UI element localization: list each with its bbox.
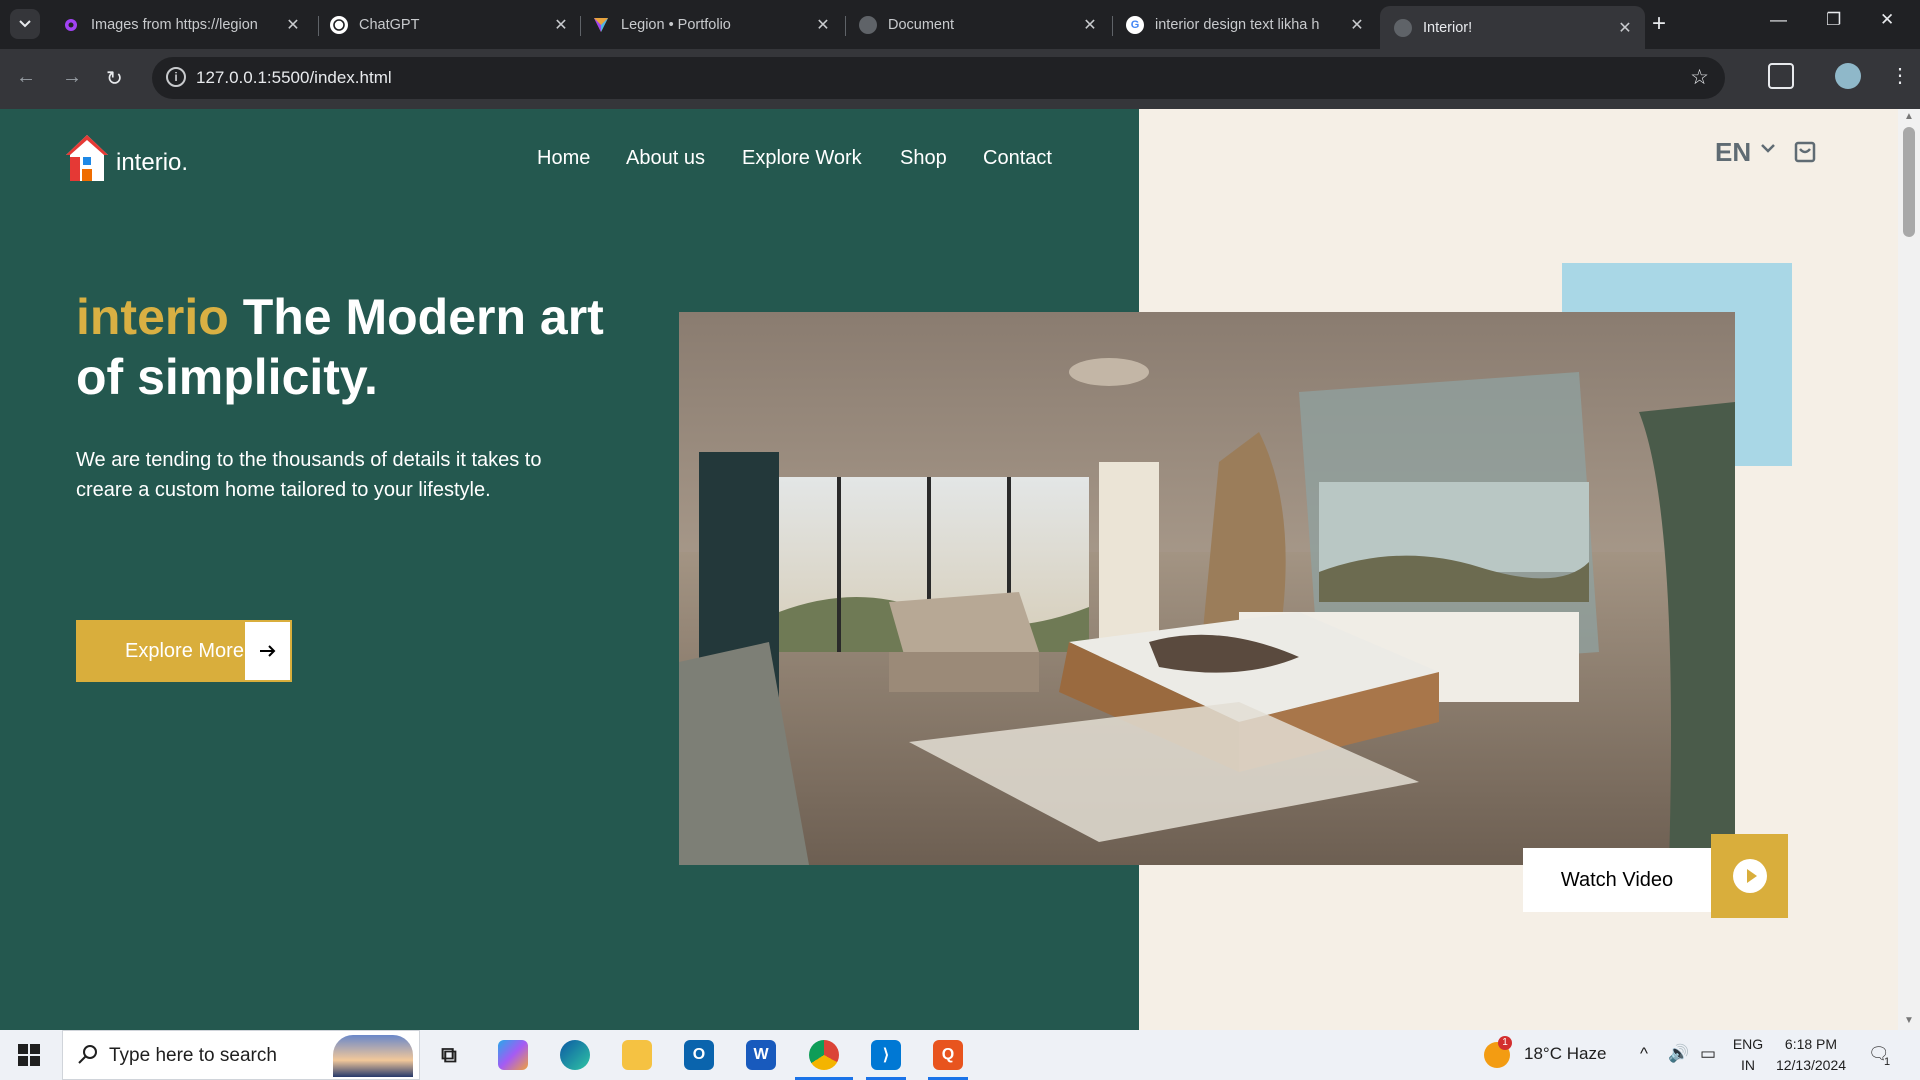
quick-app-icon[interactable]: Q (933, 1040, 963, 1070)
scroll-down-arrow[interactable]: ▼ (1904, 1015, 1914, 1026)
browser-tab-chatgpt[interactable]: ChatGPT ✕ (316, 6, 581, 44)
forward-button[interactable]: → (62, 66, 82, 89)
close-window-button[interactable]: ✕ (1880, 10, 1894, 30)
explore-more-label: Explore More (125, 639, 244, 662)
extensions-icon[interactable] (1768, 63, 1794, 89)
page-viewport: interio. Home About us Explore Work Shop… (0, 109, 1920, 1030)
address-bar[interactable]: i 127.0.0.1:5500/index.html ☆ (152, 57, 1725, 99)
profile-avatar[interactable] (1835, 63, 1861, 89)
input-language-bottom[interactable]: IN (1728, 1057, 1768, 1073)
browser-toolbar: ← → ↻ i 127.0.0.1:5500/index.html ☆ ⋮ (0, 49, 1920, 109)
copilot-icon[interactable] (498, 1040, 528, 1070)
chrome-icon[interactable] (809, 1040, 839, 1070)
search-highlight-image (333, 1035, 413, 1077)
tab-search-button[interactable] (10, 9, 40, 39)
page-scrollbar[interactable]: ▲ ▼ (1898, 109, 1920, 1030)
windows-taskbar: Type here to search ⧉ O W ⟩ Q 1 18°C Haz… (0, 1030, 1920, 1080)
weather-badge: 1 (1498, 1036, 1512, 1050)
taskbar-search-box[interactable]: Type here to search (62, 1030, 420, 1080)
watch-video-label[interactable]: Watch Video (1523, 848, 1711, 912)
nav-explore-work[interactable]: Explore Work (742, 147, 862, 170)
site-info-icon[interactable]: i (166, 67, 186, 87)
nav-contact[interactable]: Contact (983, 147, 1052, 170)
hero-title: interio The Modern art of simplicity. (76, 287, 636, 407)
gear-icon (62, 16, 80, 34)
explore-more-button[interactable]: Explore More (76, 620, 292, 682)
chatgpt-icon (330, 16, 348, 34)
legion-logo-icon (592, 16, 610, 34)
outlook-icon[interactable]: O (684, 1040, 714, 1070)
scrollbar-thumb[interactable] (1903, 127, 1915, 237)
shopping-bag-icon[interactable] (1794, 139, 1816, 163)
restore-button[interactable]: ❐ (1826, 10, 1841, 30)
chevron-down-icon (19, 20, 31, 28)
tab-title: interior design text likha h (1155, 17, 1320, 33)
browser-tab-document[interactable]: Document ✕ (845, 6, 1110, 44)
file-explorer-icon[interactable] (622, 1040, 652, 1070)
nav-about-us[interactable]: About us (626, 147, 705, 170)
logo-text: interio. (116, 149, 189, 176)
close-icon[interactable]: ✕ (1347, 15, 1367, 35)
battery-icon[interactable]: ▭ (1700, 1044, 1716, 1064)
clock-time[interactable]: 6:18 PM (1772, 1036, 1850, 1052)
clock-date[interactable]: 12/13/2024 (1772, 1057, 1850, 1073)
tab-title: Legion • Portfolio (621, 17, 731, 33)
language-selector[interactable]: EN (1715, 137, 1751, 168)
globe-icon (1394, 18, 1412, 37)
arrow-right-icon (245, 622, 290, 680)
new-tab-button[interactable]: + (1652, 12, 1666, 36)
back-button[interactable]: ← (16, 66, 36, 89)
task-view-icon[interactable]: ⧉ (434, 1040, 464, 1070)
vscode-icon[interactable]: ⟩ (871, 1040, 901, 1070)
google-icon: G (1126, 16, 1144, 34)
browser-tab-images[interactable]: Images from https://legion ✕ (48, 6, 313, 44)
browser-tab-google[interactable]: G interior design text likha h ✕ (1112, 6, 1377, 44)
browser-tab-strip: Images from https://legion ✕ ChatGPT ✕ L… (0, 0, 1920, 49)
chevron-down-icon[interactable] (1760, 142, 1776, 154)
play-video-button[interactable] (1711, 834, 1788, 918)
close-icon[interactable]: ✕ (551, 15, 571, 35)
tab-title: Interior! (1423, 19, 1473, 36)
volume-icon[interactable]: 🔊 (1668, 1044, 1689, 1064)
close-icon[interactable]: ✕ (813, 15, 833, 35)
globe-icon (859, 16, 877, 34)
site-logo[interactable]: interio. (64, 133, 188, 183)
close-icon[interactable]: ✕ (283, 15, 303, 35)
house-icon (66, 135, 108, 181)
show-hidden-icons-icon[interactable]: ^ (1640, 1044, 1648, 1064)
weather-text[interactable]: 18°C Haze (1524, 1044, 1606, 1064)
tab-title: Document (888, 17, 955, 33)
search-placeholder: Type here to search (109, 1045, 277, 1066)
edge-icon[interactable] (560, 1040, 590, 1070)
tab-title: Images from https://legion (91, 17, 258, 33)
nav-shop[interactable]: Shop (900, 147, 947, 170)
scroll-up-arrow[interactable]: ▲ (1904, 111, 1914, 122)
browser-tab-legion[interactable]: Legion • Portfolio ✕ (578, 6, 843, 44)
reload-button[interactable]: ↻ (106, 66, 123, 91)
windows-start-icon[interactable] (18, 1044, 40, 1066)
hero-title-accent: interio (76, 289, 229, 345)
nav-home[interactable]: Home (537, 147, 590, 170)
bookmark-star-icon[interactable]: ☆ (1690, 65, 1709, 90)
close-icon[interactable]: ✕ (1615, 18, 1635, 38)
browser-tab-interior-active[interactable]: Interior! ✕ (1380, 6, 1645, 49)
minimize-button[interactable]: — (1770, 10, 1787, 30)
hero-description: We are tending to the thousands of detai… (76, 449, 542, 501)
input-language-top[interactable]: ENG (1728, 1036, 1768, 1052)
search-icon (78, 1045, 97, 1064)
url-text[interactable]: 127.0.0.1:5500/index.html (196, 68, 392, 88)
tab-title: ChatGPT (359, 17, 420, 33)
close-icon[interactable]: ✕ (1080, 15, 1100, 35)
hero-interior-image (679, 312, 1735, 865)
notification-count: 1 (1884, 1056, 1891, 1068)
word-icon[interactable]: W (746, 1040, 776, 1070)
more-menu-icon[interactable]: ⋮ (1890, 63, 1910, 88)
play-icon (1732, 859, 1767, 893)
